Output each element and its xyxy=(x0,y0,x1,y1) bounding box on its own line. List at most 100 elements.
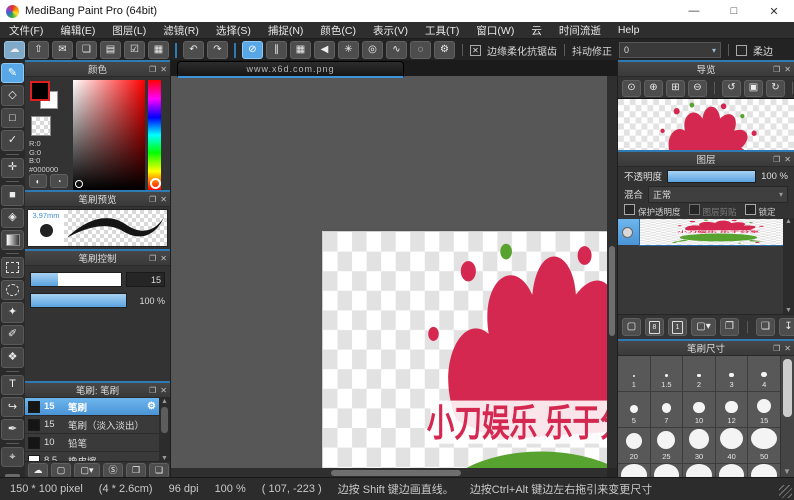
merge-layer-button[interactable]: ↧ xyxy=(779,318,794,336)
menu-item-8[interactable]: 表示(V) xyxy=(373,23,408,38)
close-icon[interactable]: ✕ xyxy=(160,386,167,395)
rotate-view-tool[interactable]: ↪ xyxy=(1,397,24,417)
stabilizer-select[interactable]: 0 ▾ xyxy=(619,42,721,58)
brush-new-button[interactable]: ▢ xyxy=(51,463,71,478)
clipping-checkbox[interactable] xyxy=(689,204,700,215)
brush-size-20[interactable]: 20 xyxy=(618,428,651,464)
bucket-tool[interactable]: ◈ xyxy=(1,208,24,228)
redo-button[interactable]: ↷ xyxy=(207,41,228,59)
close-icon[interactable]: ✕ xyxy=(784,65,791,74)
brush-size-slider[interactable] xyxy=(30,272,122,287)
brush-size-cell[interactable] xyxy=(748,464,781,478)
close-icon[interactable]: ✕ xyxy=(784,155,791,164)
popout-icon[interactable]: ❐ xyxy=(149,386,156,395)
brush-script-button[interactable]: Ⓢ xyxy=(103,463,123,478)
brush-size-5[interactable]: 5 xyxy=(618,392,651,428)
scrollbar-thumb[interactable] xyxy=(783,359,792,417)
popout-icon[interactable]: ❐ xyxy=(149,65,156,74)
brush-size-1.5[interactable]: 1.5 xyxy=(651,356,684,392)
brush-size-value[interactable]: 15 xyxy=(126,272,165,287)
scroll-down-icon[interactable]: ▼ xyxy=(161,455,168,462)
soft-edge-checkbox[interactable] xyxy=(736,45,747,56)
brush-size-2[interactable]: 2 xyxy=(683,356,716,392)
new-layer-button[interactable]: ▢ xyxy=(622,318,641,336)
snap-settings-button[interactable]: ⚙ xyxy=(434,41,455,59)
brush-size-cell[interactable] xyxy=(683,464,716,478)
document-button[interactable]: ▤ xyxy=(100,41,121,59)
select-rect-tool[interactable] xyxy=(1,257,24,277)
magic-wand-tool[interactable]: ✦ xyxy=(1,302,24,322)
popout-icon[interactable]: ❐ xyxy=(149,254,156,263)
new-8bit-layer-button[interactable]: 8 xyxy=(645,318,664,336)
checklist-button[interactable]: ☑ xyxy=(124,41,145,59)
brush-opacity-slider[interactable] xyxy=(30,293,127,308)
close-icon[interactable]: ✕ xyxy=(160,65,167,74)
brush-size-10[interactable]: 10 xyxy=(683,392,716,428)
close-icon[interactable]: ✕ xyxy=(784,344,791,353)
rotate-reset-button[interactable]: ▣ xyxy=(744,80,763,97)
popout-icon[interactable]: ❐ xyxy=(773,65,780,74)
canvas-vertical-scrollbar[interactable] xyxy=(607,76,617,468)
transparent-color-swatch[interactable] xyxy=(31,116,51,136)
foreground-color-swatch[interactable] xyxy=(30,81,50,101)
navigator-thumbnail[interactable]: 小刀娱乐 乐于分享 xyxy=(618,99,794,150)
sv-cursor[interactable] xyxy=(75,180,83,188)
popout-icon[interactable]: ❐ xyxy=(773,155,780,164)
palette-button[interactable]: ◔ xyxy=(50,174,68,188)
zoom-fit-button[interactable]: ⊞ xyxy=(666,80,685,97)
brush-folder-button[interactable]: ❐ xyxy=(126,463,146,478)
gear-icon[interactable]: ⚙ xyxy=(147,401,156,412)
brush-size-40[interactable]: 40 xyxy=(716,428,749,464)
zoom-out-button[interactable]: ⊖ xyxy=(688,80,707,97)
close-icon[interactable]: ✕ xyxy=(160,195,167,204)
move-tool[interactable]: ✛ xyxy=(1,158,24,178)
brush-size-1[interactable]: 1 xyxy=(618,356,651,392)
popout-icon[interactable]: ❐ xyxy=(773,344,780,353)
brush-size-7[interactable]: 7 xyxy=(651,392,684,428)
feedback-button[interactable]: ❏ xyxy=(76,41,97,59)
layer-opacity-slider[interactable] xyxy=(667,170,756,183)
brush-size-cell[interactable] xyxy=(618,464,651,478)
close-button[interactable]: ✕ xyxy=(754,0,794,22)
saturation-value-picker[interactable] xyxy=(73,80,145,190)
layer-list-scrollbar[interactable]: ▲ ▼ xyxy=(783,218,794,314)
scroll-down-icon[interactable]: ▼ xyxy=(783,467,791,476)
menu-item-5[interactable]: 选择(S) xyxy=(216,23,251,38)
snap-off-button[interactable]: ⊘ xyxy=(242,41,263,59)
text-tool[interactable]: T xyxy=(1,375,24,395)
brush-size-4[interactable]: 4 xyxy=(748,356,781,392)
maximize-button[interactable]: □ xyxy=(714,0,754,22)
rotate-left-button[interactable]: ↺ xyxy=(722,80,741,97)
brush-size-15[interactable]: 15 xyxy=(748,392,781,428)
snap-radial-button[interactable]: ✳ xyxy=(338,41,359,59)
comment-button[interactable]: ✉ xyxy=(52,41,73,59)
scroll-up-icon[interactable]: ▲ xyxy=(785,218,792,225)
snap-ellipse-button[interactable]: ◌ xyxy=(410,41,431,59)
hue-slider[interactable] xyxy=(148,80,161,190)
brush-size-30[interactable]: 30 xyxy=(683,428,716,464)
menu-item-6[interactable]: 捕捉(N) xyxy=(268,23,304,38)
snap-concentric-button[interactable]: ◎ xyxy=(362,41,383,59)
minimize-button[interactable]: — xyxy=(674,0,714,22)
zoom-actual-button[interactable]: ⊙ xyxy=(622,80,641,97)
close-icon[interactable]: ✕ xyxy=(160,254,167,263)
brush-size-3[interactable]: 3 xyxy=(716,356,749,392)
gradient-tool[interactable] xyxy=(1,230,24,250)
canvas-viewport[interactable]: 小刀娱乐 乐于分享 xyxy=(171,76,607,468)
color-wheel-button[interactable]: ◐ xyxy=(29,174,47,188)
brush-list-scrollbar[interactable]: ▲ ▼ xyxy=(159,398,170,462)
menu-item-2[interactable]: 编辑(E) xyxy=(60,23,95,38)
eyedropper-tool[interactable]: ⌖ xyxy=(1,447,24,467)
select-eraser-tool[interactable]: ❖ xyxy=(1,347,24,367)
rotate-right-button[interactable]: ↻ xyxy=(766,80,785,97)
snap-grid-button[interactable]: ▦ xyxy=(290,41,311,59)
menu-item-9[interactable]: 工具(T) xyxy=(425,23,459,38)
menu-item-1[interactable]: 文件(F) xyxy=(9,23,43,38)
slice-tool[interactable]: ✒ xyxy=(1,419,24,439)
brush-tool[interactable]: ✎ xyxy=(1,63,24,83)
layer-row[interactable]: 小刀娱乐 乐于分享 图层1 ⚙ xyxy=(618,219,783,245)
scroll-up-icon[interactable]: ▲ xyxy=(161,398,168,405)
brush-size-25[interactable]: 25 xyxy=(651,428,684,464)
add-layer-menu-button[interactable]: ▢▾ xyxy=(691,318,716,336)
menu-item-3[interactable]: 图层(L) xyxy=(112,23,146,38)
